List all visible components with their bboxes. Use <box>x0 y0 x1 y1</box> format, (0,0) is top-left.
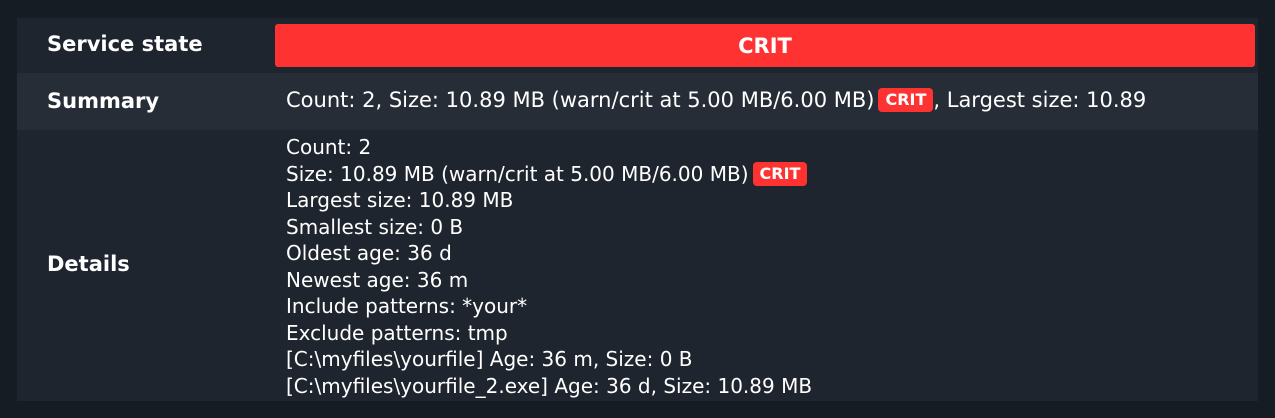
summary-text: Count: 2, Size: 10.89 MB (warn/crit at 5… <box>286 88 875 112</box>
details-line-newest-age: Newest age: 36 m <box>286 267 469 292</box>
details-line-file-2: [C:\myfiles\yourfile_2.exe] Age: 36 d, S… <box>286 373 813 398</box>
details-line-file-1: [C:\myfiles\yourfile] Age: 36 m, Size: 0… <box>286 347 693 371</box>
details-line-include-patterns: Include patterns: *your* <box>286 294 528 318</box>
details-list: Count: 2 Size: 10.89 MB (warn/crit at 5.… <box>286 134 812 399</box>
details-line-exclude-patterns: Exclude patterns: tmp <box>286 320 508 345</box>
service-state-value: CRIT <box>738 33 792 58</box>
summary-row: Summary Count: 2, Size: 10.89 MB (warn/c… <box>17 73 1258 130</box>
details-line-largest-size: Largest size: 10.89 MB <box>286 188 514 212</box>
service-details-panel: Service state CRIT Summary Count: 2, Siz… <box>17 18 1258 401</box>
summary-text-after: , Largest size: 10.89 <box>933 88 1147 112</box>
details-line-size: Size: 10.89 MB (warn/crit at 5.00 MB/6.0… <box>286 161 812 188</box>
summary-label: Summary <box>47 89 160 113</box>
service-state-label: Service state <box>47 32 203 56</box>
summary-crit-badge: CRIT <box>878 88 934 112</box>
details-line-count: Count: 2 <box>286 135 372 159</box>
summary-value: Count: 2, Size: 10.89 MB (warn/crit at 5… <box>286 88 1146 112</box>
details-row: Details Count: 2 Size: 10.89 MB (warn/cr… <box>17 130 1258 401</box>
service-state-row: Service state CRIT <box>17 18 1258 73</box>
service-state-badge: CRIT <box>275 24 1255 67</box>
details-line-oldest-age: Oldest age: 36 d <box>286 241 452 265</box>
details-line-smallest-size: Smallest size: 0 B <box>286 214 464 239</box>
details-label: Details <box>47 252 130 276</box>
details-crit-badge: CRIT <box>752 161 808 186</box>
